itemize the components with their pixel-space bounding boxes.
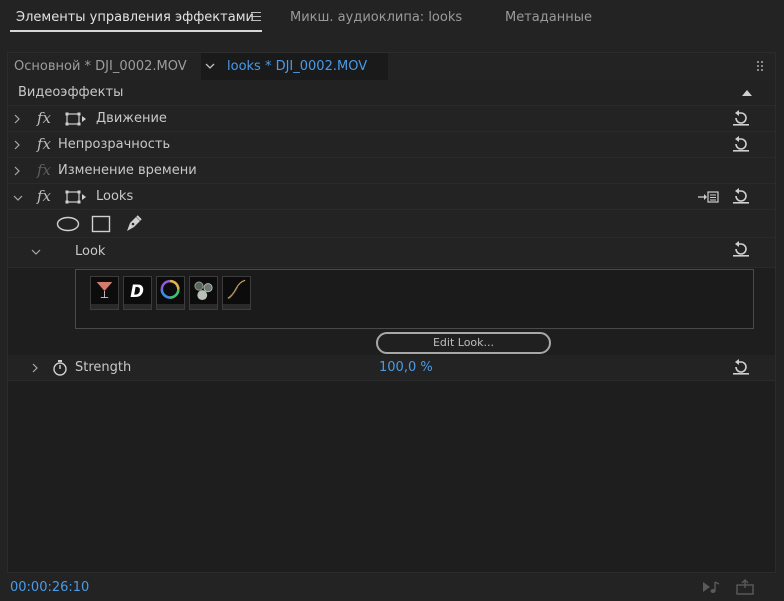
look-thumbnail[interactable] (90, 276, 119, 310)
chevron-down-icon[interactable] (13, 193, 23, 203)
look-preview-strip[interactable]: D (75, 269, 754, 329)
panel-tab-bar: Элементы управления эффектами Микш. ауди… (0, 0, 784, 38)
look-thumbnail[interactable] (189, 276, 218, 310)
color-wheel-icon (160, 279, 180, 299)
stopwatch-icon[interactable] (52, 359, 68, 376)
chevron-right-icon[interactable] (12, 114, 22, 124)
effect-label: Изменение времени (58, 163, 197, 178)
panel-grip-icon[interactable] (756, 60, 766, 72)
play-audio-icon[interactable] (701, 579, 721, 595)
look-property-row[interactable]: Look (8, 238, 775, 268)
collapse-triangle-icon[interactable] (742, 90, 752, 96)
ellipse-mask-icon[interactable] (56, 216, 80, 232)
edit-look-button[interactable]: Edit Look... (376, 332, 551, 354)
effect-label: Движение (96, 111, 167, 126)
chevron-down-icon[interactable] (31, 247, 41, 257)
look-thumbnail[interactable]: D (123, 276, 152, 310)
strength-value[interactable]: 100,0 % (379, 360, 433, 375)
effect-row-opacity[interactable]: fx Непрозрачность (8, 132, 775, 158)
reset-icon[interactable] (732, 241, 750, 257)
reset-icon[interactable] (732, 110, 750, 126)
timecode-display[interactable]: 00:00:26:10 (10, 580, 89, 595)
fx-toggle-icon[interactable]: fx (37, 135, 51, 153)
fx-toggle-icon[interactable]: fx (37, 187, 51, 205)
effect-label: Looks (96, 189, 134, 204)
effect-row-time-remapping[interactable]: fx Изменение времени (8, 158, 775, 184)
pen-mask-icon[interactable] (124, 213, 144, 233)
panel-footer: 00:00:26:10 (0, 575, 784, 601)
svg-text:D: D (130, 282, 144, 301)
letter-d-icon: D (130, 282, 144, 301)
sequence-clip-tab[interactable]: looks * DJI_0002.MOV (227, 59, 367, 74)
effect-row-looks[interactable]: fx Looks (8, 184, 775, 210)
master-clip-tab[interactable]: Основной * DJI_0002.MOV (14, 59, 187, 74)
effect-row-motion[interactable]: fx Движение (8, 106, 775, 132)
effect-label: Непрозрачность (58, 137, 171, 152)
effect-controls-panel: Основной * DJI_0002.MOV looks * DJI_0002… (7, 52, 776, 573)
chevron-down-icon[interactable] (205, 61, 215, 71)
export-clip-icon[interactable] (735, 579, 755, 595)
fx-toggle-icon: fx (37, 161, 52, 179)
mask-tools-row (8, 210, 775, 238)
look-thumbnail[interactable] (222, 276, 251, 310)
reset-icon[interactable] (732, 359, 750, 375)
transform-handles-icon[interactable] (65, 112, 87, 126)
strength-property-row[interactable]: Strength 100,0 % (8, 355, 775, 381)
chevron-right-icon[interactable] (12, 140, 22, 150)
rectangle-mask-icon[interactable] (91, 215, 111, 233)
tab-audio-clip-mixer[interactable]: Микш. аудиоклипа: looks (290, 10, 462, 25)
panel-menu-icon[interactable] (251, 12, 261, 23)
chevron-right-icon[interactable] (12, 166, 22, 176)
section-title: Видеоэффекты (18, 85, 124, 100)
video-effects-header[interactable]: Видеоэффекты (8, 80, 775, 106)
fx-toggle-icon[interactable]: fx (37, 109, 51, 127)
tab-effect-controls[interactable]: Элементы управления эффектами (16, 10, 254, 25)
chevron-right-icon[interactable] (30, 363, 40, 373)
reset-icon[interactable] (732, 136, 750, 152)
circles-icon (194, 281, 213, 301)
look-label: Look (75, 244, 106, 259)
strength-label: Strength (75, 360, 132, 375)
reset-icon[interactable] (732, 188, 750, 204)
effect-settings-icon[interactable] (697, 190, 719, 204)
curve-icon (227, 279, 246, 299)
transform-handles-icon[interactable] (65, 190, 87, 204)
tab-metadata[interactable]: Метаданные (505, 10, 592, 25)
active-tab-indicator (10, 30, 262, 32)
look-thumbnail[interactable] (156, 276, 185, 310)
clip-selector-row: Основной * DJI_0002.MOV looks * DJI_0002… (8, 53, 775, 80)
cocktail-glass-icon (96, 281, 113, 298)
